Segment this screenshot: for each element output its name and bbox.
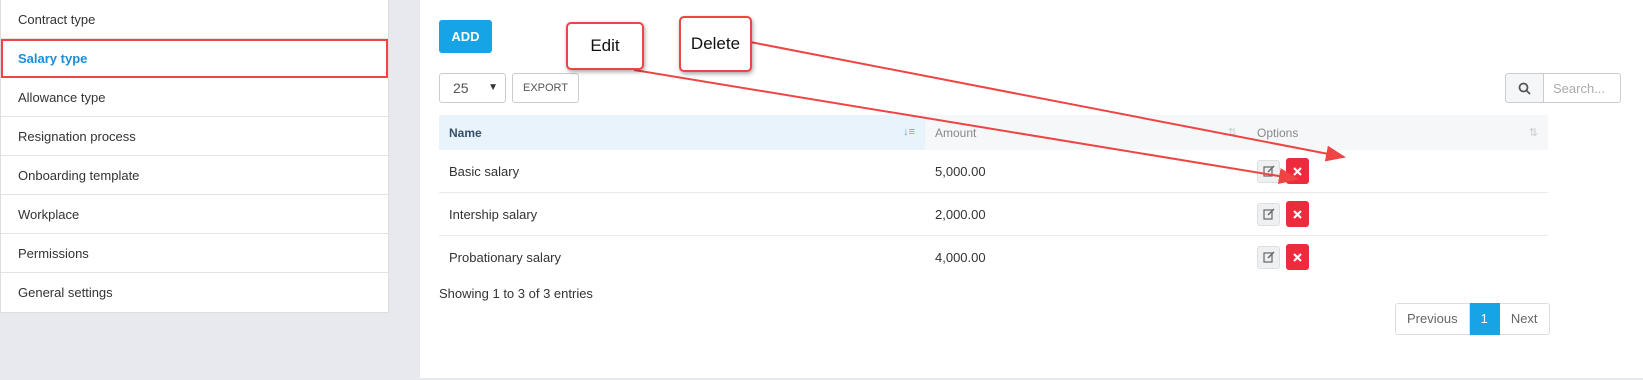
entries-info: Showing 1 to 3 of 3 entries bbox=[439, 286, 593, 301]
search-icon bbox=[1518, 82, 1531, 95]
pagination-next[interactable]: Next bbox=[1499, 303, 1550, 335]
delete-x-icon bbox=[1293, 252, 1302, 262]
search-input[interactable] bbox=[1543, 73, 1621, 103]
cell-name: Probationary salary bbox=[449, 249, 561, 265]
column-header-amount[interactable]: Amount ⇅ bbox=[925, 115, 1247, 150]
edit-icon bbox=[1262, 251, 1275, 263]
delete-button[interactable] bbox=[1286, 244, 1309, 270]
edit-button[interactable] bbox=[1257, 159, 1280, 183]
delete-button[interactable] bbox=[1286, 201, 1309, 227]
chevron-down-icon: ▼ bbox=[488, 82, 498, 93]
salary-type-table: Name ↓≡ Amount ⇅ Options ⇅ Basic salary … bbox=[439, 115, 1548, 278]
table-row: Basic salary 5,000.00 bbox=[439, 150, 1548, 193]
column-header-name[interactable]: Name ↓≡ bbox=[439, 115, 925, 150]
export-button[interactable]: EXPORT bbox=[512, 73, 579, 103]
column-amount-label: Amount bbox=[935, 125, 977, 140]
edit-callout: Edit bbox=[566, 22, 644, 70]
cell-amount: 4,000.00 bbox=[935, 249, 986, 265]
column-header-options[interactable]: Options ⇅ bbox=[1247, 115, 1548, 150]
cell-amount: 5,000.00 bbox=[925, 150, 1247, 193]
add-button[interactable]: ADD bbox=[439, 20, 492, 53]
cell-name: Intership salary bbox=[439, 192, 925, 236]
delete-x-icon bbox=[1293, 209, 1302, 219]
delete-x-icon bbox=[1293, 166, 1302, 176]
search-group bbox=[1505, 73, 1621, 103]
sidebar-item-onboarding-template[interactable]: Onboarding template bbox=[1, 156, 388, 195]
sidebar-item-allowance-type[interactable]: Allowance type bbox=[1, 78, 388, 117]
edit-icon bbox=[1262, 165, 1275, 177]
sort-icon: ⇅ bbox=[1227, 127, 1237, 139]
pagination-previous[interactable]: Previous bbox=[1395, 303, 1470, 335]
edit-icon bbox=[1262, 208, 1275, 220]
page-size-select[interactable]: 25 ▼ bbox=[439, 73, 506, 103]
page-size-value: 25 bbox=[453, 80, 469, 96]
sidebar-item-contract-type[interactable]: Contract type bbox=[1, 0, 388, 39]
column-options-label: Options bbox=[1257, 125, 1299, 140]
cell-name: Basic salary bbox=[439, 150, 925, 193]
delete-button[interactable] bbox=[1286, 158, 1309, 184]
edit-button[interactable] bbox=[1257, 202, 1280, 226]
search-button[interactable] bbox=[1505, 73, 1543, 103]
sidebar-item-resignation-process[interactable]: Resignation process bbox=[1, 117, 388, 156]
edit-button[interactable] bbox=[1257, 245, 1280, 269]
column-name-label: Name bbox=[449, 125, 482, 140]
sidebar-item-permissions[interactable]: Permissions bbox=[1, 234, 388, 273]
cell-amount: 2,000.00 bbox=[925, 192, 1247, 236]
pagination: Previous 1 Next bbox=[1395, 303, 1550, 335]
sidebar-item-workplace[interactable]: Workplace bbox=[1, 195, 388, 234]
settings-sidebar: Contract type Salary type Allowance type… bbox=[0, 0, 389, 313]
delete-callout: Delete bbox=[679, 16, 752, 72]
table-row: Probationary salary 4,000.00 bbox=[439, 236, 1548, 279]
sidebar-item-salary-type[interactable]: Salary type bbox=[1, 39, 388, 78]
sort-asc-icon: ↓≡ bbox=[903, 126, 915, 138]
sort-icon: ⇅ bbox=[1528, 127, 1538, 139]
pagination-page-current[interactable]: 1 bbox=[1469, 303, 1500, 335]
table-row: Intership salary 2,000.00 bbox=[439, 192, 1548, 236]
sidebar-item-general-settings[interactable]: General settings bbox=[1, 273, 388, 312]
